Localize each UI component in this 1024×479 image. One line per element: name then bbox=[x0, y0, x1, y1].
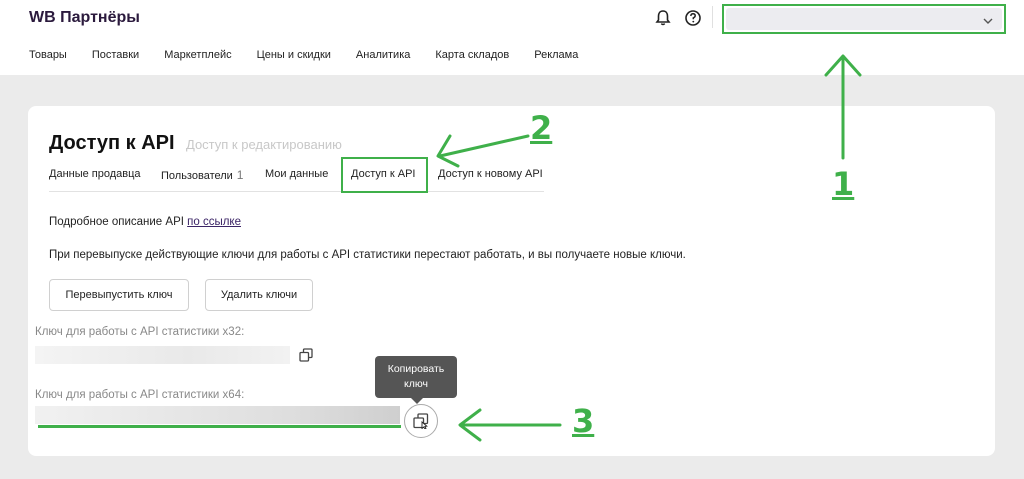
annotation-number-2: 2 bbox=[530, 109, 553, 147]
key32-label: Ключ для работы с API статистики x32: bbox=[35, 326, 245, 338]
nav-item-products[interactable]: Товары bbox=[29, 49, 67, 61]
account-select-field[interactable] bbox=[726, 8, 1002, 30]
nav-item-prices[interactable]: Цены и скидки bbox=[257, 49, 331, 61]
copy-key64-button[interactable] bbox=[404, 404, 438, 438]
copy-key64-icon bbox=[413, 413, 429, 429]
key64-label: Ключ для работы с API статистики x64: bbox=[35, 389, 245, 401]
logo[interactable]: WB Партнёры bbox=[29, 9, 140, 27]
nav-item-warehouse-map[interactable]: Карта складов bbox=[435, 49, 509, 61]
api-docs-link[interactable]: по ссылке bbox=[187, 216, 241, 228]
key64-underline bbox=[38, 425, 401, 428]
chevron-down-icon bbox=[983, 18, 993, 24]
page-subtitle: Доступ к редактированию bbox=[186, 137, 342, 152]
tab-my-data[interactable]: Мои данные bbox=[265, 168, 328, 180]
tab-new-api-access[interactable]: Доступ к новому API bbox=[438, 168, 543, 180]
nav-item-supplies[interactable]: Поставки bbox=[92, 49, 139, 61]
nav-item-ads[interactable]: Реклама bbox=[534, 49, 578, 61]
tab-seller-data[interactable]: Данные продавца bbox=[49, 168, 141, 180]
reissue-notice: При перевыпуске действующие ключи для ра… bbox=[49, 249, 686, 261]
annotation-number-3: 3 bbox=[572, 402, 595, 440]
key64-value[interactable] bbox=[35, 406, 400, 424]
delete-keys-button[interactable]: Удалить ключи bbox=[205, 279, 313, 311]
api-description: Подробное описание API по ссылке bbox=[49, 216, 241, 228]
copy-key32-icon[interactable] bbox=[299, 348, 313, 362]
bell-icon[interactable] bbox=[654, 9, 672, 27]
tab-users[interactable]: Пользователи 1 bbox=[161, 168, 243, 182]
top-header: WB Партнёры Товары Поставки Маркетплейс … bbox=[0, 0, 1024, 75]
active-tab-highlight bbox=[341, 157, 428, 193]
reissue-key-button[interactable]: Перевыпустить ключ bbox=[49, 279, 189, 311]
nav-item-marketplace[interactable]: Маркетплейс bbox=[164, 49, 231, 61]
tab-users-label: Пользователи bbox=[161, 170, 233, 182]
annotation-number-1: 1 bbox=[832, 165, 855, 203]
copy-key-tooltip: Копировать ключ bbox=[375, 356, 457, 404]
key32-value[interactable] bbox=[35, 346, 290, 364]
main-nav: Товары Поставки Маркетплейс Цены и скидк… bbox=[29, 49, 603, 61]
account-select[interactable] bbox=[722, 4, 1006, 34]
settings-tabs: Данные продавца Пользователи 1 Мои данные… bbox=[49, 168, 544, 192]
page-title: Доступ к API bbox=[49, 132, 175, 154]
header-divider bbox=[712, 6, 713, 28]
help-icon[interactable] bbox=[684, 9, 702, 27]
api-description-text: Подробное описание API bbox=[49, 216, 184, 228]
tab-users-badge: 1 bbox=[236, 168, 244, 182]
nav-item-analytics[interactable]: Аналитика bbox=[356, 49, 410, 61]
api-access-card: Доступ к API Доступ к редактированию Дан… bbox=[28, 106, 995, 456]
